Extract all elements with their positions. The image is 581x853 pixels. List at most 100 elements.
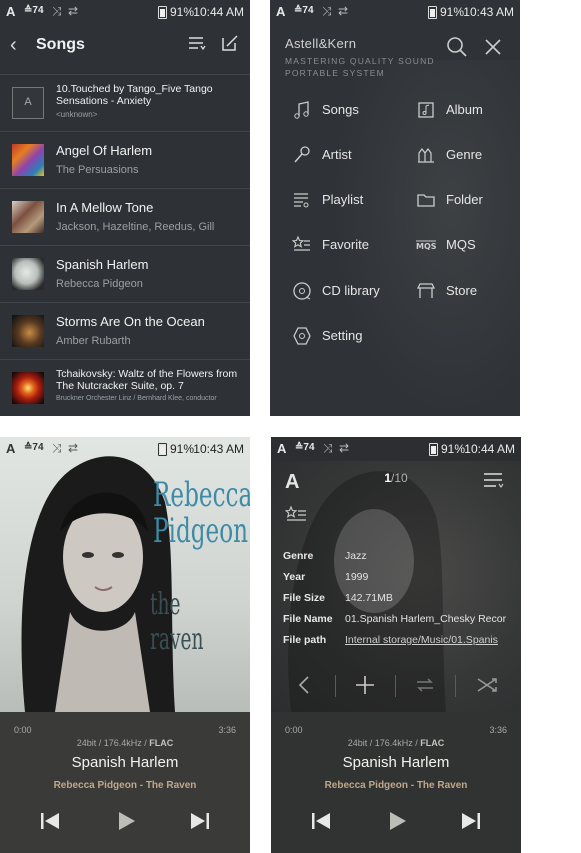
sort-list-icon[interactable] (188, 34, 206, 52)
shuffle-icon: ⤨ (322, 4, 332, 18)
folder-icon (417, 194, 435, 207)
songs-header: ‹ Songs (0, 24, 250, 70)
cover-album-text: the raven (150, 587, 204, 657)
back-arrow-icon[interactable]: ‹ (10, 34, 17, 57)
close-icon[interactable] (482, 36, 504, 58)
previous-track-icon[interactable] (38, 810, 62, 832)
album-icon (418, 102, 434, 118)
battery-percent: 91% (170, 442, 195, 456)
time-total: 3:36 (218, 725, 236, 735)
now-playing-screen: Rebecca Pidgeon the raven A ≙74 ⤨ ⇄ 91% … (0, 437, 250, 853)
status-bar: A ≙74 ⤨ ⇄ 91% 10:43 AM (0, 437, 250, 461)
album-cover: Rebecca Pidgeon the raven (0, 437, 250, 712)
audio-quality: 24bit / 176.4kHz / FLAC (347, 738, 445, 748)
next-track-icon[interactable] (459, 810, 483, 832)
previous-track-icon[interactable] (309, 810, 333, 832)
back-arrow-icon[interactable] (293, 673, 317, 697)
repeat-icon: ⇄ (68, 441, 79, 455)
cd-icon (293, 282, 311, 300)
playlist-menu-icon[interactable] (483, 471, 505, 491)
battery-percent: 91% (441, 442, 466, 456)
battery-icon (429, 443, 438, 456)
volume-indicator: ≙74 (24, 442, 44, 453)
song-artist: Bruckner Orchester Linz / Bernhard Klee,… (56, 395, 217, 402)
track-title: Spanish Harlem (342, 754, 450, 771)
play-icon[interactable] (114, 810, 138, 832)
status-bar: A ≙74 ⤨ ⇄ 91% 10:44 AM (271, 437, 521, 461)
clock: 10:44 AM (193, 5, 244, 19)
song-title: 10.Touched by Tango_Five Tango Sensation… (56, 83, 213, 107)
volume-indicator: ≙74 (24, 5, 44, 16)
action-bar (271, 665, 521, 705)
song-title: Tchaikovsky: Waltz of the Flowers from T… (56, 368, 238, 392)
file-path-link[interactable]: Internal storage/Music/01.Spanis (345, 634, 510, 646)
volume-indicator: ≙74 (294, 5, 314, 16)
ak-logo-icon: A (6, 4, 16, 19)
mqs-icon: MQS (416, 240, 436, 251)
list-item[interactable]: A 10.Touched by Tango_Five Tango Sensati… (0, 74, 250, 131)
shuffle-icon: ⤨ (52, 441, 62, 455)
music-note-icon (294, 101, 309, 119)
ak-logo-icon: A (6, 441, 16, 456)
shuffle-icon: ⤨ (323, 441, 333, 455)
track-artist-album: Rebecca Pidgeon - The Raven (53, 780, 197, 791)
info-row-file-path: File path Internal storage/Music/01.Spani… (283, 634, 498, 646)
genre-icon (418, 148, 434, 163)
album-art (12, 372, 44, 404)
list-item[interactable]: Storms Are On the Ocean Amber Rubarth (0, 302, 250, 359)
volume-indicator: ≙74 (295, 442, 315, 453)
clock: 10:43 AM (463, 5, 514, 19)
info-row-file-size: File Size 142.71MB (283, 592, 393, 604)
song-artist: Amber Rubarth (56, 335, 131, 347)
next-track-icon[interactable] (188, 810, 212, 832)
songs-screen: A ≙74 ⤨ ⇄ 91% 10:44 AM ‹ Songs A 10.Touc… (0, 0, 250, 416)
list-item[interactable]: Tchaikovsky: Waltz of the Flowers from T… (0, 359, 250, 416)
list-item[interactable]: Spanish Harlem Rebecca Pidgeon (0, 245, 250, 302)
ak-logo-icon: A (277, 441, 287, 456)
album-art (12, 258, 44, 290)
info-row-file-name: File Name 01.Spanish Harlem_Chesky Recor (283, 613, 507, 625)
status-bar: A ≙74 ⤨ ⇄ 91% 10:43 AM (270, 0, 520, 24)
album-art (12, 201, 44, 233)
battery-percent: 91% (440, 5, 465, 19)
add-icon[interactable] (353, 673, 377, 697)
audio-quality: 24bit / 176.4kHz / FLAC (76, 738, 174, 748)
favorite-icon (292, 235, 310, 251)
brand-logo: Astell&Kern (285, 36, 357, 51)
settings-hexagon-icon (293, 327, 311, 345)
shuffle-icon[interactable] (475, 673, 499, 697)
svg-text:MQS: MQS (416, 242, 436, 251)
battery-icon (428, 6, 437, 19)
search-icon[interactable] (446, 36, 468, 58)
info-row-genre: Genre Jazz (283, 550, 367, 562)
repeat-icon[interactable] (413, 673, 437, 697)
track-info-screen: A ≙74 ⤨ ⇄ 91% 10:44 AM A 1/10 Genre Jazz … (271, 437, 521, 853)
main-menu-screen: A ≙74 ⤨ ⇄ 91% 10:43 AM Astell&Kern MASTE… (270, 0, 520, 416)
repeat-icon: ⇄ (338, 4, 349, 18)
song-title: In A Mellow Tone (56, 200, 154, 215)
repeat-icon: ⇄ (68, 4, 79, 18)
clock: 10:44 AM (464, 442, 515, 456)
brand-tagline: MASTERING QUALITY SOUND PORTABLE SYSTEM (285, 56, 435, 78)
song-title: Spanish Harlem (56, 257, 149, 272)
album-art (12, 144, 44, 176)
edit-icon[interactable] (221, 34, 239, 52)
store-icon (416, 283, 436, 298)
song-title: Angel Of Harlem (56, 143, 153, 158)
microphone-icon (294, 146, 310, 163)
info-row-year: Year 1999 (283, 571, 369, 583)
time-total: 3:36 (489, 725, 507, 735)
track-artist-album: Rebecca Pidgeon - The Raven (324, 780, 468, 791)
play-icon[interactable] (385, 810, 409, 832)
time-elapsed: 0:00 (285, 725, 303, 735)
list-item[interactable]: Angel Of Harlem The Persuasions (0, 131, 250, 188)
song-artist: Rebecca Pidgeon (56, 278, 143, 290)
player-controls: 0:00 3:36 24bit / 176.4kHz / FLAC Spanis… (271, 712, 521, 853)
time-elapsed: 0:00 (14, 725, 32, 735)
favorite-icon[interactable] (285, 505, 309, 525)
status-bar: A ≙74 ⤨ ⇄ 91% 10:44 AM (0, 0, 250, 24)
clock: 10:43 AM (193, 442, 244, 456)
page-title: Songs (36, 36, 85, 53)
song-title: Storms Are On the Ocean (56, 314, 205, 329)
list-item[interactable]: In A Mellow Tone Jackson, Hazeltine, Ree… (0, 188, 250, 245)
